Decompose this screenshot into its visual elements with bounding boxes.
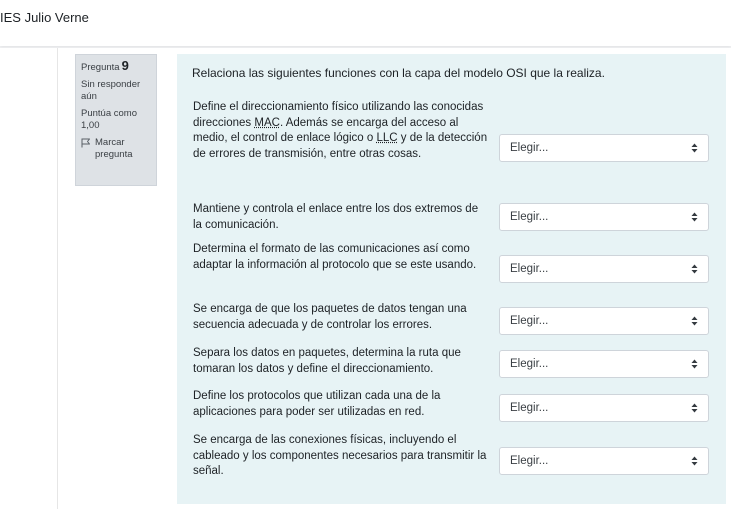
llc-abbreviation: LLC — [376, 132, 398, 145]
question-prompt: Relaciona las siguientes funciones con l… — [192, 66, 605, 80]
match-row-text: Se encarga de las conexiones físicas, in… — [193, 434, 487, 478]
flag-question-link[interactable]: Marcar pregunta — [81, 137, 152, 161]
match-row-text: Determina el formato de las comunicacion… — [193, 243, 477, 271]
page-content: Pregunta 9 Sin responder aún Puntúa como … — [0, 48, 731, 509]
answer-select[interactable]: Elegir... — [499, 203, 709, 231]
select-value: Elegir... — [510, 315, 549, 327]
select-value: Elegir... — [510, 263, 549, 275]
question-status: Sin responder aún — [81, 79, 141, 102]
answer-select[interactable]: Elegir... — [499, 134, 709, 162]
select-arrows-icon — [691, 359, 698, 369]
select-arrows-icon — [691, 143, 698, 153]
match-row-text: Define los protocolos que utilizan cada … — [193, 390, 441, 418]
flag-question-label: Marcar pregunta — [95, 137, 133, 160]
select-value: Elegir... — [510, 402, 549, 414]
question-info-panel: Pregunta 9 Sin responder aún Puntúa como … — [75, 54, 157, 186]
select-value: Elegir... — [510, 211, 549, 223]
site-name-link[interactable]: IES Julio Verne — [0, 10, 89, 26]
question-number: 9 — [121, 58, 129, 73]
question-grade: Puntúa como 1,00 — [81, 108, 137, 131]
match-row-text: Separa los datos en paquetes, determina … — [193, 347, 461, 375]
select-value: Elegir... — [510, 455, 549, 467]
match-row-text: Se encarga de que los paquetes de datos … — [193, 303, 467, 331]
top-navbar: IES Julio Verne — [0, 0, 731, 46]
select-arrows-icon — [691, 456, 698, 466]
answer-select[interactable]: Elegir... — [499, 447, 709, 475]
question-label: Pregunta — [81, 62, 120, 73]
answer-select[interactable]: Elegir... — [499, 307, 709, 335]
flag-icon — [81, 138, 90, 148]
question-content: Relaciona las siguientes funciones con l… — [177, 54, 726, 504]
mac-abbreviation: MAC — [254, 116, 280, 129]
answer-select[interactable]: Elegir... — [499, 350, 709, 378]
select-value: Elegir... — [510, 142, 549, 154]
divider — [57, 48, 58, 509]
select-arrows-icon — [691, 264, 698, 274]
match-row-text: Mantiene y controla el enlace entre los … — [193, 203, 479, 231]
select-arrows-icon — [691, 316, 698, 326]
answer-select[interactable]: Elegir... — [499, 394, 709, 422]
select-arrows-icon — [691, 212, 698, 222]
answer-select[interactable]: Elegir... — [499, 255, 709, 283]
match-row-text: Define el direccionamiento físico utiliz… — [193, 101, 488, 161]
select-arrows-icon — [691, 403, 698, 413]
select-value: Elegir... — [510, 358, 549, 370]
